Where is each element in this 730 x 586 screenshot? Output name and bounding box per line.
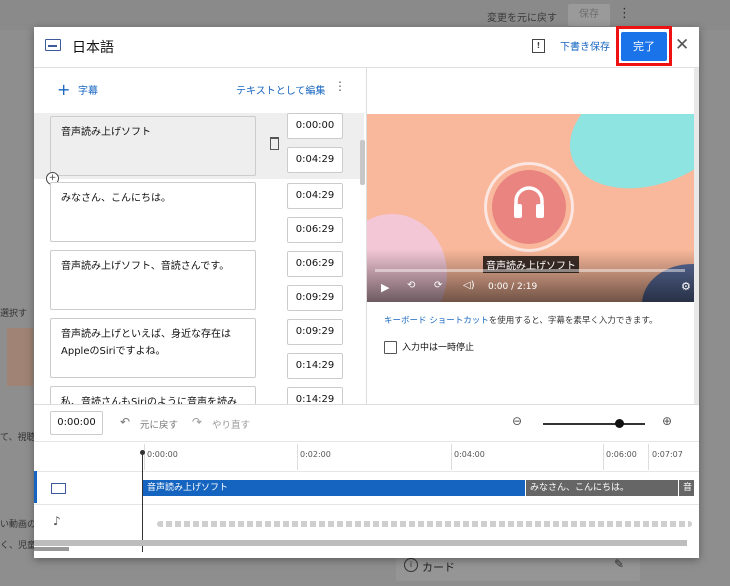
timeline-scrollbar-thumb[interactable] [34, 547, 69, 551]
start-time-field[interactable]: 0:00:00 [287, 113, 343, 139]
undo-button[interactable]: 元に戻す [140, 417, 178, 431]
zoom-out-icon[interactable]: ⊖ [512, 414, 522, 428]
timeline-toolbar: 0:00:00 ↶ 元に戻す ↷ やり直す ⊖ ⊕ [34, 404, 699, 442]
forward-icon[interactable]: ⟳ [434, 280, 442, 291]
undo-icon[interactable]: ↶ [120, 415, 130, 429]
tick-label: 0:04:00 [454, 450, 485, 459]
feedback-icon[interactable]: ! [532, 39, 545, 53]
right-panel-scrollbar[interactable] [694, 68, 699, 404]
tick-line [451, 444, 452, 470]
tick-line [297, 444, 298, 470]
caption-row: 私、音読さんもSiriのように音声を読み 0:14:29 [34, 385, 364, 404]
captions-scrollbar[interactable] [360, 140, 365, 185]
video-time: 0:00 / 2:19 [488, 282, 538, 292]
captions-list-panel: + 字幕 テキストとして編集 ⋮ 音声読み上げソフト 0:00:00 0:04:… [34, 68, 367, 404]
redo-button[interactable]: やり直す [212, 417, 250, 431]
tick-label: 0:02:00 [300, 450, 331, 459]
playhead[interactable] [142, 452, 143, 552]
end-time-field[interactable]: 0:04:29 [287, 147, 343, 173]
gear-icon[interactable]: ⚙ [681, 280, 691, 293]
timeline-scrollbar[interactable] [34, 540, 687, 546]
end-time-field[interactable]: 0:14:29 [287, 353, 343, 379]
caption-text-field[interactable]: 音声読み上げソフト、音読さんです。 [50, 250, 256, 310]
end-time-field[interactable]: 0:09:29 [287, 285, 343, 311]
caption-row: みなさん、こんにちは。 0:04:29 0:06:29 [34, 181, 364, 247]
video-progress-bar[interactable] [375, 269, 685, 272]
keyboard-shortcut-link[interactable]: キーボード ショートカット [384, 316, 489, 326]
track-selected-indicator [34, 471, 37, 503]
bg-text: い動画の [0, 520, 37, 530]
volume-icon[interactable]: ◁) [463, 280, 475, 291]
bg-text: く、児童 [0, 541, 37, 551]
pause-while-typing-label: 入力中は一時停止 [402, 343, 475, 353]
bg-text: て、視聴 [0, 433, 36, 443]
start-time-field[interactable]: 0:06:29 [287, 251, 343, 277]
rewind-icon[interactable]: ⟲ [407, 280, 415, 291]
info-icon: i [404, 558, 418, 572]
add-caption-button[interactable]: 字幕 [78, 82, 98, 97]
caption-row: 音声読み上げソフト、音読さんです。 0:06:29 0:09:29 [34, 249, 364, 315]
headphones-icon [514, 186, 544, 218]
tick-line [648, 444, 649, 470]
bg-more-icon: ⋮ [618, 6, 631, 21]
start-time-field[interactable]: 0:14:29 [287, 387, 343, 404]
caption-text-field[interactable]: 音声読み上げといえば、身近な存在はAppleのSiriですよね。 [50, 318, 256, 378]
caption-text-field[interactable]: 私、音読さんもSiriのように音声を読み [50, 386, 256, 404]
zoom-in-icon[interactable]: ⊕ [662, 414, 672, 428]
video-preview[interactable]: 音声読み上げソフト ▶ ⟲ ⟳ ◁) 0:00 / 2:19 ⚙ [367, 114, 694, 302]
caption-segment[interactable]: 音 [679, 480, 694, 496]
subtitle-editor-dialog: 日本語 ! 下書き保存 完了 ✕ + 字幕 テキストとして編集 ⋮ 音声読み上げ… [34, 26, 699, 558]
subtitles-icon [45, 39, 61, 51]
tick-line [603, 444, 604, 470]
bg-save-button: 保存 [568, 4, 610, 26]
edit-as-text-button[interactable]: テキストとして編集 [236, 82, 325, 97]
caption-segment[interactable]: 音声読み上げソフト [143, 480, 525, 496]
bg-thumbnail [7, 328, 33, 386]
zoom-slider-handle[interactable] [615, 419, 624, 428]
shortcut-hint: キーボード ショートカットを使用すると、字幕を素早く入力できます。 [384, 314, 684, 326]
caption-text-field[interactable]: 音声読み上げソフト [50, 116, 256, 176]
music-note-icon: ♪ [53, 514, 61, 528]
redo-icon[interactable]: ↷ [192, 415, 202, 429]
pencil-icon: ✎ [614, 557, 625, 571]
start-time-field[interactable]: 0:09:29 [287, 319, 343, 345]
tick-label: 0:06:00 [606, 450, 637, 459]
more-options-icon[interactable]: ⋮ [334, 79, 346, 93]
trash-icon[interactable] [270, 137, 279, 150]
audio-waveform [157, 521, 692, 527]
done-button[interactable]: 完了 [621, 32, 667, 61]
tick-label: 0:00:00 [147, 450, 178, 459]
dialog-title: 日本語 [72, 40, 114, 56]
bg-undo-link: 変更を元に戻す [487, 13, 557, 24]
timeline-ruler[interactable]: 0:00:00 0:02:00 0:04:00 0:06:00 0:07:07 [34, 440, 699, 470]
current-time-field[interactable]: 0:00:00 [50, 411, 103, 435]
pause-while-typing-checkbox[interactable] [384, 341, 397, 354]
tick-label: 0:07:07 [652, 450, 683, 459]
tick-line [144, 444, 145, 470]
caption-segment[interactable]: みなさん、こんにちは。 [526, 480, 678, 496]
shortcut-hint-text: を使用すると、字幕を素早く入力できます。 [488, 316, 658, 326]
decoration [553, 114, 694, 210]
start-time-field[interactable]: 0:04:29 [287, 183, 343, 209]
bg-card-label: カード [422, 561, 455, 574]
caption-row: 音声読み上げといえば、身近な存在はAppleのSiriですよね。 0:09:29… [34, 317, 364, 383]
subtitles-icon [51, 483, 66, 494]
end-time-field[interactable]: 0:06:29 [287, 217, 343, 243]
play-icon[interactable]: ▶ [381, 281, 389, 294]
add-icon[interactable]: + [57, 80, 70, 99]
caption-text-field[interactable]: みなさん、こんにちは。 [50, 182, 256, 242]
playhead-handle[interactable] [140, 450, 145, 455]
bg-text: 選択す [0, 309, 28, 319]
save-draft-button[interactable]: 下書き保存 [560, 38, 610, 53]
dialog-header: 日本語 ! 下書き保存 完了 ✕ [34, 26, 699, 68]
zoom-slider[interactable] [543, 423, 645, 425]
caption-row: 音声読み上げソフト 0:00:00 0:04:29 [34, 113, 364, 179]
close-icon[interactable]: ✕ [675, 35, 689, 55]
